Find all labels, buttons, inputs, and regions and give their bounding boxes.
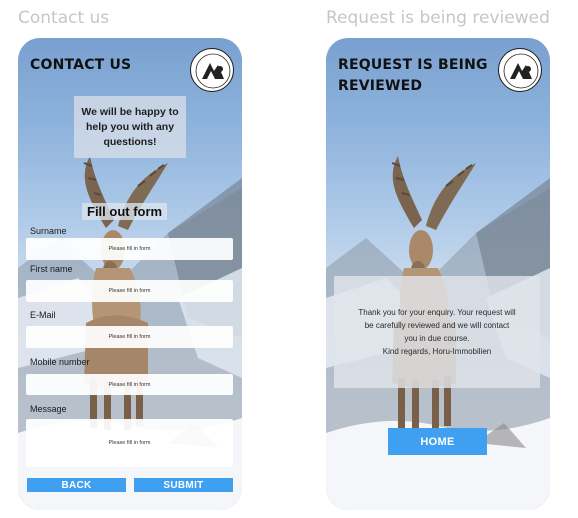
- surname-input[interactable]: Please fill in form: [26, 238, 233, 260]
- confirmation-message: Thank you for your enquiry. Your request…: [334, 276, 540, 388]
- confirmation-line-1: Thank you for your enquiry. Your request…: [358, 308, 516, 317]
- mobile-number-label: Mobile number: [30, 357, 90, 367]
- confirmation-line-3: you in due course.: [404, 334, 470, 343]
- surname-label: Surname: [30, 226, 67, 236]
- form-heading: Fill out form: [82, 203, 168, 220]
- email-input[interactable]: Please fill in form: [26, 326, 233, 348]
- page-title: REQUEST IS BEING REVIEWED: [338, 55, 488, 97]
- submit-button[interactable]: SUBMIT: [134, 478, 233, 492]
- intro-message: We will be happy to help you with any qu…: [74, 96, 186, 158]
- page-title-line-1: REQUEST IS BEING: [338, 57, 488, 73]
- back-button[interactable]: BACK: [27, 478, 126, 492]
- message-label: Message: [30, 404, 67, 414]
- mobile-number-input[interactable]: Please fill in form: [26, 374, 233, 395]
- page-title: CONTACT US: [30, 57, 132, 73]
- company-logo-icon: [498, 48, 542, 92]
- first-name-input[interactable]: Please fill in form: [26, 280, 233, 302]
- page-title-line-2: REVIEWED: [338, 78, 423, 94]
- home-button[interactable]: HOME: [388, 428, 487, 455]
- confirmation-line-2: be carefully reviewed and we will contac…: [364, 321, 510, 330]
- confirmation-line-4: Kind regards, Horu-Immobilien: [382, 347, 492, 356]
- company-logo-icon: [190, 48, 234, 92]
- first-name-label: First name: [30, 264, 73, 274]
- email-label: E-Mail: [30, 310, 56, 320]
- frame-caption-review: Request is being reviewed: [326, 8, 550, 28]
- contact-screen: CONTACT US We will be happy to help you …: [18, 38, 242, 510]
- review-screen: REQUEST IS BEING REVIEWED Thank you for …: [326, 38, 550, 510]
- frame-caption-contact: Contact us: [18, 8, 110, 28]
- message-textarea[interactable]: Please fill in form: [26, 419, 233, 467]
